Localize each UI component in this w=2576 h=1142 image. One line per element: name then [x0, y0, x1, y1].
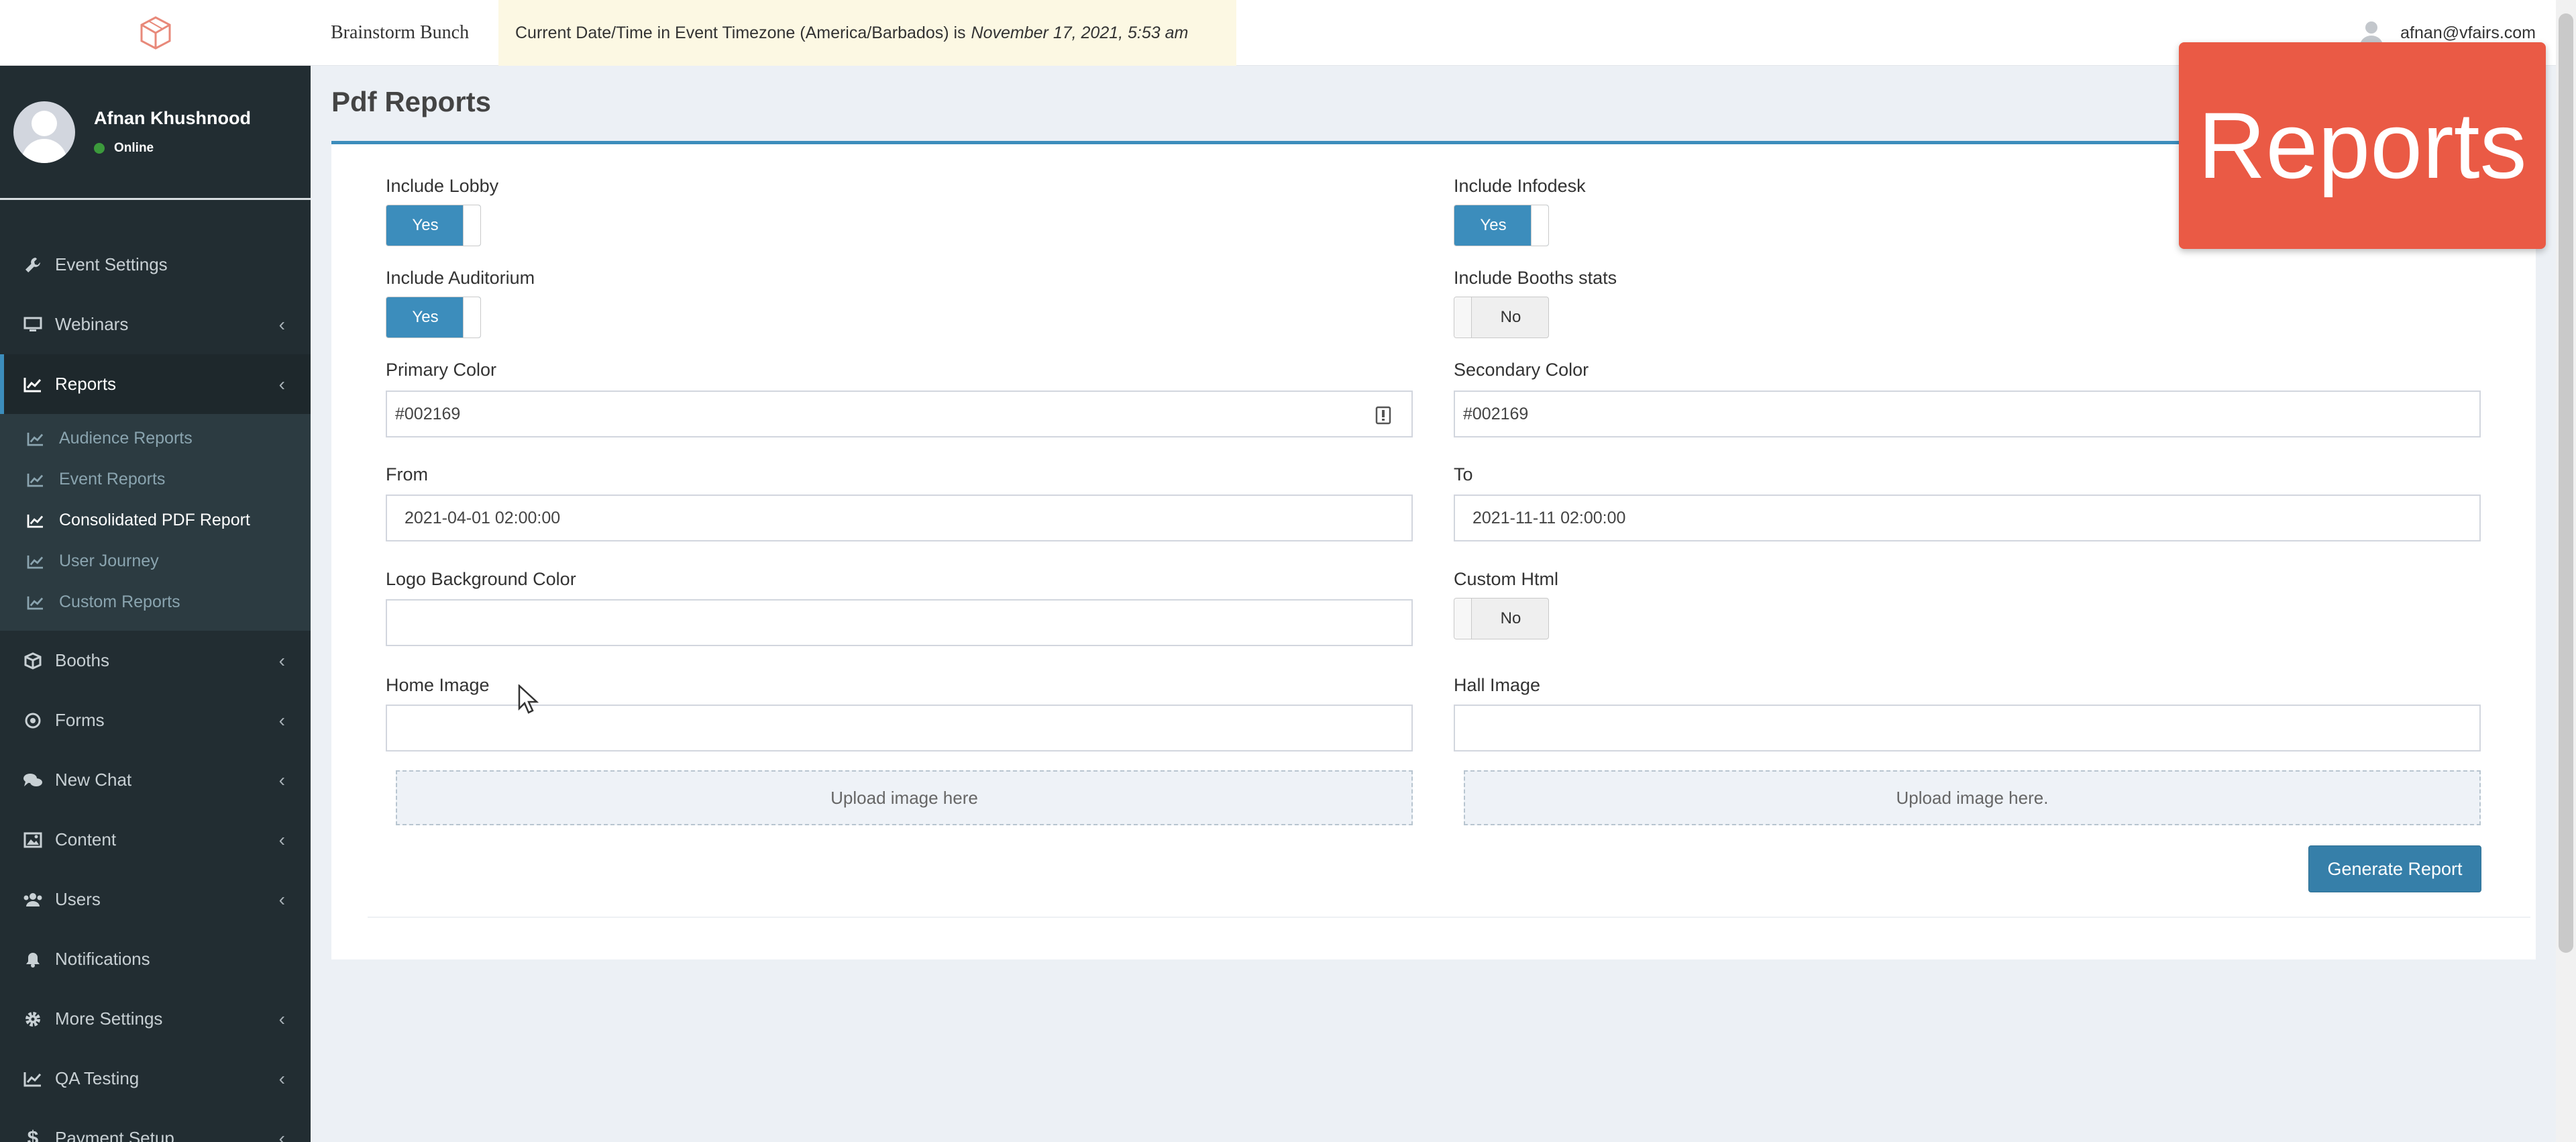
user-status: Online: [94, 141, 251, 156]
reports-submenu: Audience Reports Event Reports Consolida…: [0, 414, 311, 631]
secondary-color-input[interactable]: #002169: [1454, 391, 2481, 437]
primary-color-input[interactable]: #002169: [386, 391, 1413, 437]
chevron-left-icon: ‹: [278, 829, 285, 850]
logo-bg-color-label: Logo Background Color: [386, 569, 576, 589]
reports-overlay-badge: Reports: [2179, 42, 2546, 249]
chart-line-icon: [23, 1071, 43, 1087]
cube-logo-icon: [140, 15, 170, 50]
custom-html-toggle[interactable]: No: [1454, 598, 1549, 639]
chart-line-icon: [27, 554, 47, 569]
chevron-left-icon: ‹: [278, 1068, 285, 1089]
chevron-left-icon: ‹: [278, 888, 285, 910]
online-status-icon: [94, 143, 105, 154]
sidebar-item-payment-setup[interactable]: $ Payment Setup ‹: [0, 1108, 311, 1142]
sidebar-item-booths[interactable]: Booths ‹: [0, 631, 311, 690]
submenu-consolidated-pdf-report[interactable]: Consolidated PDF Report: [0, 500, 311, 541]
form-divider: [368, 917, 2530, 918]
home-image-input[interactable]: [386, 705, 1413, 751]
wrench-icon: [23, 256, 43, 274]
hall-image-label: Hall Image: [1454, 675, 1541, 695]
page-title: Pdf Reports: [331, 86, 492, 117]
image-icon: [23, 832, 43, 848]
hall-image-upload-zone[interactable]: Upload image here.: [1464, 770, 2481, 825]
brand-name: Brainstorm Bunch: [331, 22, 470, 43]
primary-color-label: Primary Color: [386, 360, 497, 380]
avatar: [13, 101, 75, 163]
chevron-left-icon: ‹: [278, 1008, 285, 1029]
chevron-left-icon: ‹: [278, 650, 285, 671]
sidebar-item-qa-testing[interactable]: QA Testing ‹: [0, 1049, 311, 1108]
chart-line-icon: [27, 513, 47, 528]
include-lobby-label: Include Lobby: [386, 176, 499, 196]
include-infodesk-label: Include Infodesk: [1454, 176, 1586, 196]
include-auditorium-label: Include Auditorium: [386, 268, 535, 288]
generate-report-button[interactable]: Generate Report: [2308, 845, 2481, 892]
chevron-left-icon: ‹: [278, 769, 285, 790]
timezone-value: November 17, 2021, 5:53 am: [971, 23, 1189, 42]
to-date-input[interactable]: 2021-11-11 02:00:00: [1454, 495, 2481, 541]
account-email: afnan@vfairs.com: [2400, 23, 2536, 42]
chart-line-icon: [27, 431, 47, 446]
sidebar-item-more-settings[interactable]: More Settings ‹: [0, 989, 311, 1049]
user-name: Afnan Khushnood: [94, 108, 251, 128]
sidebar: Afnan Khushnood Online Event Settings We…: [0, 0, 311, 1142]
chart-line-icon: [23, 376, 43, 393]
include-infodesk-toggle[interactable]: Yes: [1454, 205, 1549, 246]
to-label: To: [1454, 464, 1473, 484]
chart-line-icon: [27, 595, 47, 610]
cog-icon: [23, 1010, 43, 1028]
home-image-label: Home Image: [386, 675, 490, 695]
sidebar-item-new-chat[interactable]: New Chat ‹: [0, 750, 311, 810]
page-scrollbar[interactable]: [2556, 0, 2576, 1142]
scrollbar-thumb[interactable]: [2559, 13, 2573, 953]
include-lobby-toggle[interactable]: Yes: [386, 205, 481, 246]
sidebar-item-forms[interactable]: Forms ‹: [0, 690, 311, 750]
submenu-user-journey[interactable]: User Journey: [0, 541, 311, 582]
include-auditorium-toggle[interactable]: Yes: [386, 297, 481, 338]
chevron-left-icon: ‹: [278, 709, 285, 731]
sidebar-item-notifications[interactable]: Notifications: [0, 929, 311, 989]
sidebar-menu: Event Settings Webinars ‹ Reports ‹ Audi…: [0, 235, 311, 1142]
color-picker-icon[interactable]: [1375, 406, 1391, 429]
custom-html-label: Custom Html: [1454, 569, 1559, 589]
sidebar-item-users[interactable]: Users ‹: [0, 870, 311, 929]
dot-circle-icon: [23, 712, 43, 729]
logo[interactable]: [0, 0, 311, 66]
cube-icon: [23, 652, 43, 670]
from-date-input[interactable]: 2021-04-01 02:00:00: [386, 495, 1413, 541]
sidebar-item-event-settings[interactable]: Event Settings: [0, 235, 311, 295]
include-booths-stats-label: Include Booths stats: [1454, 268, 1617, 288]
timezone-banner: Current Date/Time in Event Timezone (Ame…: [498, 0, 1236, 66]
submenu-event-reports[interactable]: Event Reports: [0, 459, 311, 500]
sidebar-item-content[interactable]: Content ‹: [0, 810, 311, 870]
dollar-icon: $: [27, 1127, 39, 1142]
user-panel: Afnan Khushnood Online: [0, 66, 311, 200]
bell-icon: [23, 951, 43, 968]
home-image-upload-zone[interactable]: Upload image here: [396, 770, 1413, 825]
comments-icon: [23, 772, 43, 788]
secondary-color-label: Secondary Color: [1454, 360, 1589, 380]
submenu-custom-reports[interactable]: Custom Reports: [0, 582, 311, 623]
chevron-left-icon: ‹: [278, 373, 285, 395]
mouse-cursor-icon: [518, 684, 539, 714]
hall-image-input[interactable]: [1454, 705, 2481, 751]
from-label: From: [386, 464, 428, 484]
chart-line-icon: [27, 472, 47, 487]
chevron-left-icon: ‹: [278, 313, 285, 335]
chevron-left-icon: ‹: [278, 1127, 285, 1142]
include-booths-stats-toggle[interactable]: No: [1454, 297, 1549, 338]
sidebar-item-reports[interactable]: Reports ‹: [0, 354, 311, 414]
users-icon: [23, 892, 43, 908]
submenu-audience-reports[interactable]: Audience Reports: [0, 418, 311, 459]
monitor-icon: [23, 317, 43, 333]
sidebar-item-webinars[interactable]: Webinars ‹: [0, 295, 311, 354]
logo-bg-color-input[interactable]: [386, 599, 1413, 646]
pdf-report-form: [331, 141, 2536, 959]
